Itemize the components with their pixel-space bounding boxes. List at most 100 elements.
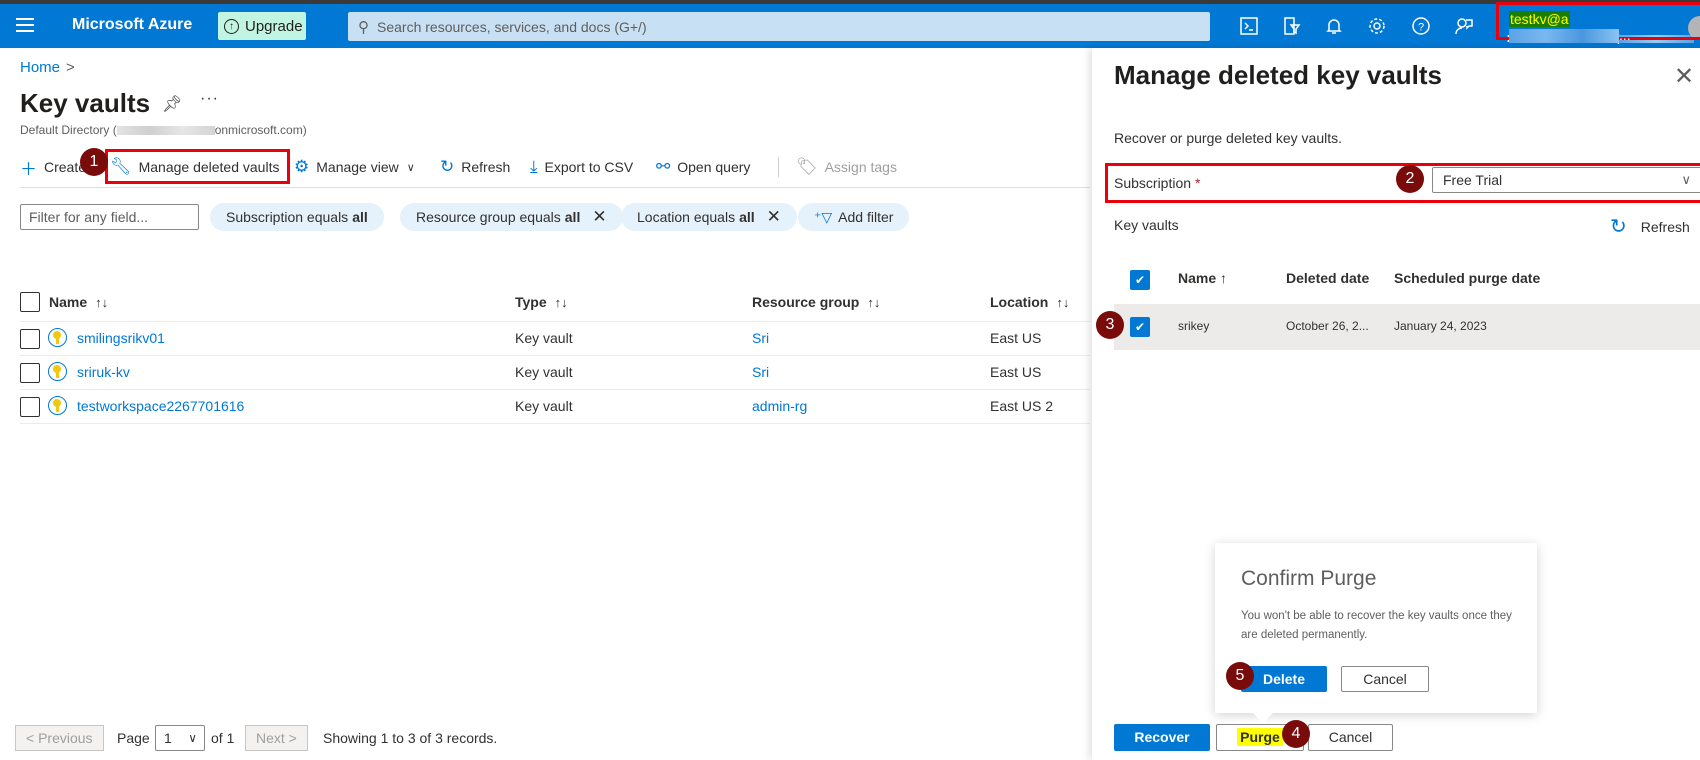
account-menu[interactable]: testkv@a... [1496,2,1700,44]
page-title: Key vaults [20,88,151,118]
column-header-deleted-date[interactable]: Deleted date [1286,270,1369,286]
breadcrumb-home[interactable]: Home [20,59,60,76]
notifications-icon[interactable] [1323,16,1345,38]
deleted-vault-row[interactable]: ✔ srikey October 26, 2... January 24, 20… [1114,304,1700,350]
vault-name-link[interactable]: testworkspace2267701616 [77,398,244,414]
page-subtitle: Default Directory (onmicrosoft.com) [20,123,307,137]
add-filter-button[interactable]: ⁺▽ Add filter [798,203,910,231]
vault-type: Key vault [515,330,573,346]
annotation-badge-4: 4 [1282,720,1310,748]
filter-pill-resource-group[interactable]: Resource group equals all ✕ [400,203,623,231]
close-icon[interactable]: ✕ [1674,62,1694,91]
manage-view-button[interactable]: ⚙ Manage view ∨ [294,155,415,179]
tag-icon: 🏷︎ [796,157,818,176]
column-header-name[interactable]: Name ↑↓ [49,294,108,310]
breadcrumb[interactable]: Home > [20,59,75,76]
annotation-badge-5: 5 [1226,662,1254,690]
directory-filter-icon[interactable] [1280,16,1302,38]
gear-icon: ⚙ [294,157,310,176]
create-button[interactable]: ＋ Create [20,155,86,179]
row-checkbox[interactable] [20,363,40,383]
filter-pill-location[interactable]: Location equals all ✕ [621,203,797,231]
confirm-title: Confirm Purge [1241,567,1377,590]
export-csv-button[interactable]: ⤓ Export to CSV [530,155,633,179]
settings-icon[interactable] [1366,16,1388,38]
open-query-button[interactable]: ⚯ Open query [656,155,750,179]
pin-icon[interactable]: 📌︎ [162,94,182,114]
row-checkbox[interactable] [20,329,40,349]
page-total: of 1 [211,730,235,746]
sort-icon: ↑↓ [95,295,109,310]
svg-text:?: ? [1418,22,1424,34]
records-summary: Showing 1 to 3 of 3 records. [323,730,498,746]
annotation-highlight-1 [105,149,290,184]
page-select[interactable]: 1 ∨ [155,725,205,751]
table-row: testworkspace2267701616 Key vault admin-… [20,390,1090,424]
more-options-icon[interactable]: ··· [200,90,219,108]
column-header-name[interactable]: Name ↑ [1178,270,1227,286]
upgrade-button[interactable]: ↑ Upgrade [218,12,306,40]
deleted-date: October 26, 2... [1286,319,1369,333]
confirm-message: You won't be able to recover the key vau… [1241,610,1512,641]
filter-input[interactable]: Filter for any field... [20,204,199,230]
column-header-location[interactable]: Location ↑↓ [990,294,1069,310]
resource-group-link[interactable]: Sri [752,364,769,380]
vault-name-link[interactable]: smilingsrikv01 [77,330,165,346]
next-page-button[interactable]: Next > [245,725,308,751]
confirm-cancel-button[interactable]: Cancel [1341,666,1429,692]
close-icon[interactable]: ✕ [767,207,781,227]
filter-pill-subscription[interactable]: Subscription equals all [210,203,384,231]
resource-group-link[interactable]: Sri [752,330,769,346]
brand-title[interactable]: Microsoft Azure [72,16,192,34]
feedback-icon[interactable] [1453,16,1475,38]
sort-icon: ↑↓ [867,295,881,310]
vault-type: Key vault [515,364,573,380]
vault-name-link[interactable]: sriruk-kv [77,364,130,380]
toolbar-divider [20,187,1090,188]
top-nav-bar: Microsoft Azure ↑ Upgrade ⚲ Search resou… [0,4,1700,48]
row-checkbox[interactable] [20,397,40,417]
column-header-type[interactable]: Type ↑↓ [515,294,568,310]
cloud-shell-icon[interactable] [1238,16,1260,38]
select-all-checkbox[interactable] [20,292,40,312]
table-row: sriruk-kv Key vault Sri East US [20,356,1090,390]
purge-date: January 24, 2023 [1394,319,1487,333]
resource-group-link[interactable]: admin-rg [752,398,807,414]
annotation-badge-2: 2 [1396,165,1424,193]
key-vault-icon [48,328,67,347]
upgrade-label: Upgrade [245,17,303,35]
search-icon: ⚲ [358,18,369,36]
refresh-button[interactable]: ↻ Refresh [440,155,510,179]
chevron-down-icon: ∨ [188,731,197,745]
annotation-badge-1: 1 [80,148,108,176]
add-filter-icon: ⁺▽ [814,208,833,225]
vault-location: East US 2 [990,398,1054,414]
key-vault-icon [48,396,67,415]
previous-page-button[interactable]: < Previous [15,725,104,751]
key-vaults-label: Key vaults [1114,217,1179,233]
search-input[interactable]: ⚲ Search resources, services, and docs (… [348,12,1210,41]
annotation-badge-3: 3 [1096,311,1124,339]
deleted-vault-name: srikey [1178,319,1210,333]
confirm-purge-dialog: Confirm Purge You won't be able to recov… [1215,543,1537,723]
refresh-icon: ↻ [1610,216,1627,238]
panel-refresh-button[interactable]: ↻ Refresh [1610,214,1690,239]
row-checkbox[interactable]: ✔ [1130,317,1150,337]
vault-location: East US [990,364,1042,380]
toolbar-separator [778,157,779,177]
column-header-resource-group[interactable]: Resource group ↑↓ [752,294,880,310]
close-icon[interactable]: ✕ [592,207,606,227]
table-header: Name ↑↓ Type ↑↓ Resource group ↑↓ Location ↑… [20,290,1090,322]
cancel-button[interactable]: Cancel [1308,724,1393,751]
menu-icon[interactable] [16,18,34,32]
page-label: Page [117,730,150,746]
vault-location: East US [990,330,1042,346]
confirm-delete-button[interactable]: Delete [1241,666,1327,692]
column-header-purge-date[interactable]: Scheduled purge date [1394,270,1540,286]
upgrade-arrow-icon: ↑ [224,18,239,34]
select-all-checkbox[interactable]: ✔ [1130,270,1150,290]
account-name: testkv@a... [1509,11,1631,44]
assign-tags-button[interactable]: 🏷︎ Assign tags [796,155,897,179]
recover-button[interactable]: Recover [1114,724,1210,751]
help-icon[interactable]: ? [1410,16,1432,38]
